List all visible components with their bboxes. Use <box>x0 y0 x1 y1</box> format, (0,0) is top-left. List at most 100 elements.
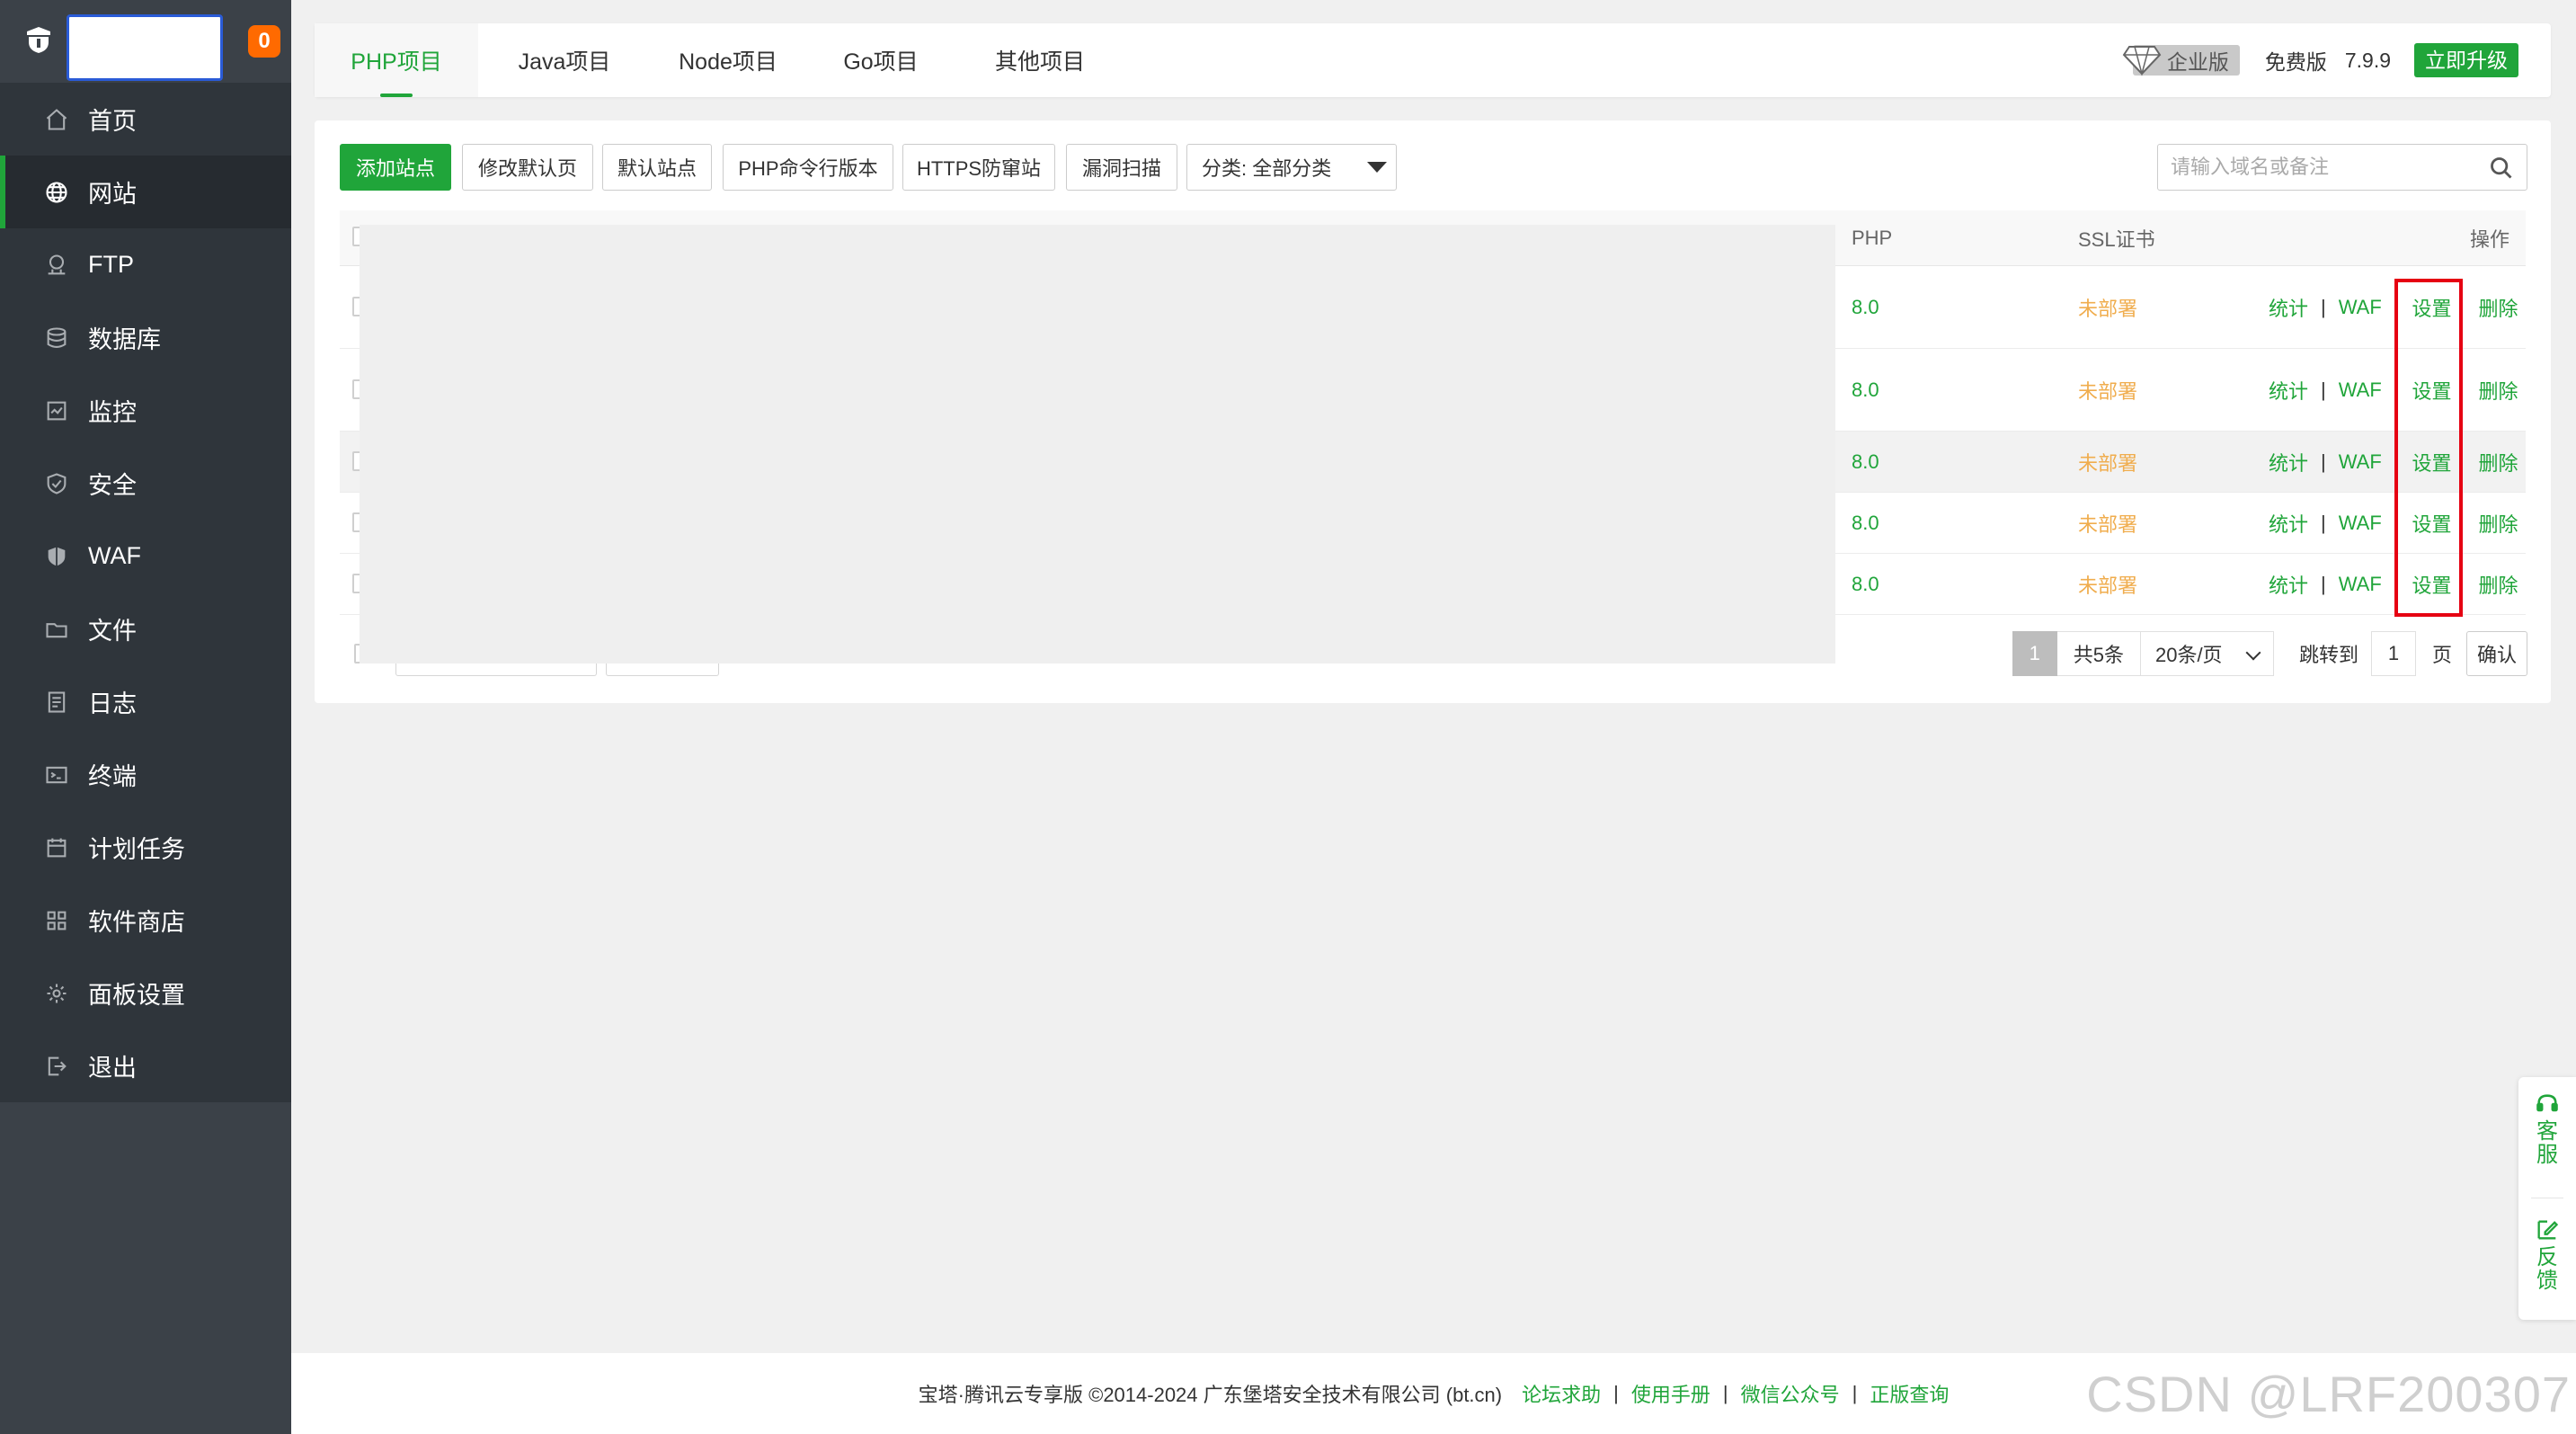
waf-link[interactable]: WAF <box>2339 296 2382 319</box>
license-check-link[interactable]: 正版查询 <box>1870 1379 1949 1408</box>
sidebar-item-label: 终端 <box>88 763 137 790</box>
sidebar-item-database[interactable]: 数据库 <box>0 301 291 374</box>
upgrade-button[interactable]: 立即升级 <box>2414 43 2518 77</box>
sidebar-item-logout[interactable]: 退出 <box>0 1029 291 1102</box>
server-name-box[interactable] <box>67 14 223 81</box>
sidebar-item-label: 首页 <box>88 108 137 135</box>
jump-confirm-button[interactable]: 确认 <box>2466 631 2527 676</box>
version-number: 7.9.9 <box>2344 48 2391 72</box>
sidebar-item-label: 软件商店 <box>88 909 185 936</box>
sidebar-item-store[interactable]: 软件商店 <box>0 884 291 957</box>
waf-link[interactable]: WAF <box>2339 450 2382 474</box>
highlight-box <box>2394 279 2463 617</box>
tab-other[interactable]: 其他项目 <box>955 23 1125 97</box>
php-cli-version-button[interactable]: PHP命令行版本 <box>723 144 893 191</box>
row-actions: 统计 | WAF | 设置 删除 <box>2269 432 2518 492</box>
calendar-icon <box>43 834 70 861</box>
sidebar-item-cron[interactable]: 计划任务 <box>0 811 291 884</box>
feedback-label: 反馈 <box>2536 1245 2558 1293</box>
stats-link[interactable]: 统计 <box>2269 570 2308 599</box>
modify-default-page-button[interactable]: 修改默认页 <box>462 144 593 191</box>
row-actions: 统计 | WAF | 设置 删除 <box>2269 493 2518 553</box>
search-input[interactable] <box>2171 145 2476 190</box>
stats-link[interactable]: 统计 <box>2269 293 2308 322</box>
sidebar: 0 首页 网站 FTP 数据库 监控 安全 WAF 文件 日志 终端 计划任务 … <box>0 0 291 1434</box>
category-select[interactable]: 分类: 全部分类 <box>1186 144 1397 191</box>
project-tabs-bar: PHP项目 Java项目 Node项目 Go项目 其他项目 企业版 免费版 7.… <box>315 23 2551 97</box>
delete-link[interactable]: 删除 <box>2479 570 2518 599</box>
category-select-value: 分类: 全部分类 <box>1202 157 1332 180</box>
ssl-status-link[interactable]: 未部署 <box>2078 432 2137 492</box>
waf-link[interactable]: WAF <box>2339 573 2382 596</box>
wechat-link[interactable]: 微信公众号 <box>1741 1379 1840 1408</box>
delete-link[interactable]: 删除 <box>2479 509 2518 538</box>
php-version-link[interactable]: 8.0 <box>1852 432 1879 492</box>
delete-link[interactable]: 删除 <box>2479 376 2518 405</box>
separator: | <box>1613 1382 1619 1404</box>
page-current[interactable]: 1 <box>2012 631 2057 676</box>
notification-badge[interactable]: 0 <box>248 25 280 58</box>
ssl-status-link[interactable]: 未部署 <box>2078 554 2137 614</box>
tab-php[interactable]: PHP项目 <box>315 23 478 97</box>
ftp-icon <box>43 252 70 279</box>
page-unit-label: 页 <box>2431 644 2452 666</box>
separator: | <box>1722 1382 1728 1404</box>
php-version-link[interactable]: 8.0 <box>1852 493 1879 553</box>
sidebar-item-waf[interactable]: WAF <box>0 520 291 592</box>
enterprise-badge[interactable]: 企业版 <box>2122 45 2240 76</box>
waf-link[interactable]: WAF <box>2339 379 2382 402</box>
sidebar-item-label: 安全 <box>88 472 137 499</box>
sidebar-item-logs[interactable]: 日志 <box>0 665 291 738</box>
logout-icon <box>43 1053 70 1080</box>
feedback-button[interactable]: 反馈 <box>2518 1217 2576 1293</box>
separator: | <box>1852 1382 1858 1404</box>
php-version-link[interactable]: 8.0 <box>1852 554 1879 614</box>
floating-help: 客服 反馈 <box>2518 1077 2576 1320</box>
waf-link[interactable]: WAF <box>2339 512 2382 535</box>
sidebar-item-website[interactable]: 网站 <box>0 156 291 228</box>
sidebar-item-ftp[interactable]: FTP <box>0 228 291 301</box>
ssl-status-link[interactable]: 未部署 <box>2078 266 2137 348</box>
separator: | <box>2321 378 2326 401</box>
vuln-scan-button[interactable]: 漏洞扫描 <box>1066 144 1177 191</box>
php-version-link[interactable]: 8.0 <box>1852 266 1879 348</box>
search-icon[interactable] <box>2489 156 2514 181</box>
add-site-button[interactable]: 添加站点 <box>340 144 451 191</box>
tab-node[interactable]: Node项目 <box>647 23 809 97</box>
sidebar-item-monitor[interactable]: 监控 <box>0 374 291 447</box>
version-info: 企业版 免费版 7.9.9 立即升级 <box>2122 23 2518 97</box>
ssl-status-link[interactable]: 未部署 <box>2078 349 2137 431</box>
sidebar-item-security[interactable]: 安全 <box>0 447 291 520</box>
sidebar-item-files[interactable]: 文件 <box>0 592 291 665</box>
stats-link[interactable]: 统计 <box>2269 376 2308 405</box>
customer-service-button[interactable]: 客服 <box>2518 1091 2576 1167</box>
php-version-link[interactable]: 8.0 <box>1852 349 1879 431</box>
monitor-icon <box>43 397 70 424</box>
customer-service-label: 客服 <box>2536 1119 2558 1167</box>
https-guard-button[interactable]: HTTPS防窜站 <box>902 144 1055 191</box>
tab-go[interactable]: Go项目 <box>809 23 953 97</box>
logo-icon <box>27 27 50 53</box>
forum-link[interactable]: 论坛求助 <box>1522 1379 1601 1408</box>
sidebar-item-label: FTP <box>88 251 134 278</box>
row-actions: 统计 | WAF | 设置 删除 <box>2269 349 2518 431</box>
page-size-select[interactable]: 20条/页 <box>2140 631 2274 676</box>
ssl-status-link[interactable]: 未部署 <box>2078 493 2137 553</box>
default-site-button[interactable]: 默认站点 <box>602 144 712 191</box>
sidebar-item-terminal[interactable]: 终端 <box>0 738 291 811</box>
delete-link[interactable]: 删除 <box>2479 448 2518 477</box>
chevron-down-icon <box>2245 645 2261 661</box>
stats-link[interactable]: 统计 <box>2269 509 2308 538</box>
sidebar-item-settings[interactable]: 面板设置 <box>0 957 291 1029</box>
delete-link[interactable]: 删除 <box>2479 293 2518 322</box>
sidebar-item-label: 网站 <box>88 181 137 208</box>
sidebar-item-label: WAF <box>88 542 141 569</box>
page-jump-input[interactable]: 1 <box>2370 631 2416 676</box>
log-icon <box>43 689 70 716</box>
globe-icon <box>43 179 70 206</box>
manual-link[interactable]: 使用手册 <box>1631 1379 1710 1408</box>
stats-link[interactable]: 统计 <box>2269 448 2308 477</box>
tab-java[interactable]: Java项目 <box>484 23 645 97</box>
jump-label: 跳转到 <box>2298 644 2358 666</box>
sidebar-item-home[interactable]: 首页 <box>0 83 291 156</box>
